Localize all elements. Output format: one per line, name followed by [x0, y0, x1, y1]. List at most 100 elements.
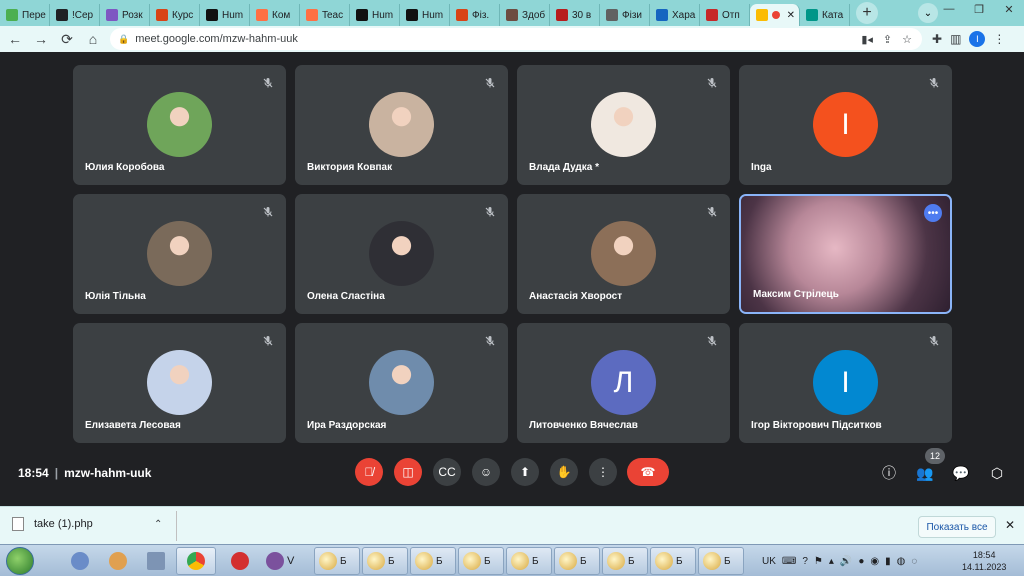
mic-off-button[interactable]: 🎙̸: [355, 458, 383, 486]
close-icon[interactable]: ✕: [1005, 518, 1015, 532]
taskbar-window[interactable]: Б: [650, 547, 696, 575]
menu-kebab-icon[interactable]: ⋮: [993, 32, 1005, 46]
bookmark-star-icon[interactable]: ☆: [902, 33, 912, 46]
browser-tab[interactable]: Розк: [100, 4, 150, 26]
tray-app-icon[interactable]: ◉: [870, 556, 879, 567]
flag-icon[interactable]: ⚑: [814, 556, 823, 567]
taskbar-window[interactable]: Б: [410, 547, 456, 575]
participant-tile[interactable]: I Inga: [739, 65, 952, 185]
present-button[interactable]: ⬆: [511, 458, 539, 486]
tab-close-icon[interactable]: ✕: [787, 10, 795, 21]
extensions-icon[interactable]: ✚: [932, 32, 942, 46]
profile-avatar[interactable]: I: [969, 31, 986, 47]
browser-tab[interactable]: Здоб: [500, 4, 550, 26]
meeting-details-icon[interactable]: ⓘ: [878, 462, 900, 484]
browser-tab[interactable]: Hum: [350, 4, 400, 26]
arrow-icon[interactable]: ▴: [829, 556, 834, 567]
participant-tile[interactable]: Виктория Ковпак: [295, 65, 508, 185]
home-icon[interactable]: ⌂: [82, 28, 104, 50]
participant-tile[interactable]: Ира Раздорская: [295, 323, 508, 443]
browser-tab[interactable]: Ката: [800, 4, 850, 26]
taskbar-window[interactable]: Б: [602, 547, 648, 575]
file-icon: [12, 517, 24, 531]
activities-icon[interactable]: ⬡: [986, 462, 1008, 484]
tab-label: Фізи: [622, 9, 642, 21]
leave-call-button[interactable]: ☎: [627, 458, 669, 486]
tab-favicon-icon: [156, 9, 168, 21]
chat-icon[interactable]: 💬: [950, 462, 972, 484]
address-bar[interactable]: 🔒 meet.google.com/mzw-hahm-uuk ▮◂ ⇪ ☆: [110, 28, 922, 50]
download-item[interactable]: take (1).php: [12, 517, 93, 531]
taskbar-window[interactable]: Б: [506, 547, 552, 575]
camera-off-button[interactable]: ◫: [394, 458, 422, 486]
forward-icon[interactable]: →: [30, 28, 52, 50]
calculator-app-icon[interactable]: [136, 547, 176, 575]
chevron-up-icon[interactable]: ⌃: [154, 519, 162, 530]
tray-app-icon[interactable]: ◌: [911, 556, 917, 567]
reactions-button[interactable]: ☺: [472, 458, 500, 486]
camera-icon[interactable]: ▮◂: [861, 33, 873, 46]
back-icon[interactable]: ←: [4, 28, 26, 50]
taskbar-window[interactable]: Б: [698, 547, 744, 575]
taskbar-window[interactable]: Б: [554, 547, 600, 575]
browser-tab[interactable]: Фізи: [600, 4, 650, 26]
browser-tab[interactable]: Хара: [650, 4, 700, 26]
people-icon[interactable]: 👥: [914, 462, 936, 484]
participant-tile[interactable]: Юлия Коробова: [73, 65, 286, 185]
chrome-app-icon[interactable]: [176, 547, 216, 575]
browser-tab[interactable]: Hum: [200, 4, 250, 26]
browser-tab[interactable]: Teac: [300, 4, 350, 26]
language-indicator[interactable]: UK: [762, 556, 776, 567]
keyboard-icon[interactable]: ⌨: [782, 556, 796, 567]
browser-tab[interactable]: Фіз.: [450, 4, 500, 26]
participant-tile[interactable]: Анастасія Хворост: [517, 194, 730, 314]
taskbar-window[interactable]: Б: [362, 547, 408, 575]
tray-app-icon[interactable]: ●: [858, 556, 864, 567]
participant-tile[interactable]: Юлія Тільна: [73, 194, 286, 314]
participant-tile[interactable]: Л Литовченко Вячеслав: [517, 323, 730, 443]
taskbar-window[interactable]: Б: [314, 547, 360, 575]
new-tab-button[interactable]: +: [856, 2, 878, 24]
meeting-time: 18:54: [18, 466, 49, 480]
browser-tab[interactable]: Пере: [0, 4, 50, 26]
tab-favicon-icon: [56, 9, 68, 21]
more-options-icon[interactable]: •••: [924, 204, 942, 222]
start-button[interactable]: [6, 547, 34, 575]
browser-tab[interactable]: Hum: [400, 4, 450, 26]
tab-label: Пере: [22, 9, 46, 21]
browser-tab[interactable]: ✕: [750, 4, 800, 26]
opera-app-icon[interactable]: [220, 547, 260, 575]
network-app-icon[interactable]: [60, 547, 100, 575]
downloads-bar: take (1).php ⌃ Показать все ✕: [0, 506, 1024, 544]
participant-tile[interactable]: Влада Дудка *: [517, 65, 730, 185]
tab-favicon-icon: [606, 9, 618, 21]
participant-tile[interactable]: Елизавета Лесовая: [73, 323, 286, 443]
taskbar-window[interactable]: Б: [458, 547, 504, 575]
share-icon[interactable]: ⇪: [883, 33, 892, 46]
restore-icon[interactable]: ❐: [964, 0, 994, 18]
browser-tab[interactable]: Отп: [700, 4, 750, 26]
more-options-button[interactable]: ⋮: [589, 458, 617, 486]
captions-button[interactable]: CC: [433, 458, 461, 486]
participant-name: Inga: [751, 162, 772, 173]
participant-tile[interactable]: Олена Сластіна: [295, 194, 508, 314]
network-icon[interactable]: ▮: [885, 556, 891, 567]
participant-tile[interactable]: ••• Максим Стрілець: [739, 194, 952, 314]
reload-icon[interactable]: ⟳: [56, 28, 78, 50]
browser-tab[interactable]: !Сер: [50, 4, 100, 26]
paint-app-icon[interactable]: [98, 547, 138, 575]
clock[interactable]: 18:54 14.11.2023: [962, 549, 1006, 573]
browser-tab[interactable]: 30 в: [550, 4, 600, 26]
browser-tab[interactable]: Ком: [250, 4, 300, 26]
raise-hand-button[interactable]: ✋: [550, 458, 578, 486]
minimize-icon[interactable]: —: [934, 0, 964, 18]
volume-icon[interactable]: 🔊: [840, 556, 852, 567]
tray-app-icon[interactable]: ◍: [897, 556, 906, 567]
show-all-button[interactable]: Показать все: [918, 516, 996, 538]
viber-app-icon[interactable]: V: [262, 547, 308, 575]
side-panel-icon[interactable]: ▥: [950, 32, 961, 46]
participant-tile[interactable]: І Ігор Вікторович Підситков: [739, 323, 952, 443]
help-icon[interactable]: ?: [802, 556, 808, 567]
browser-tab[interactable]: Курс: [150, 4, 200, 26]
close-window-icon[interactable]: ✕: [994, 0, 1024, 18]
